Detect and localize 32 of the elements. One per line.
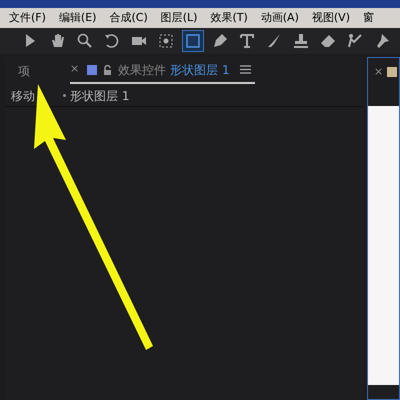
menu-icon[interactable]: [240, 65, 251, 74]
close-button[interactable]: ×: [70, 61, 80, 78]
rectangle-icon: [184, 32, 202, 50]
layer-name: 形状图层 1: [70, 88, 130, 104]
menu-item[interactable]: 效果(T): [210, 10, 248, 26]
composition-color-icon: [387, 67, 398, 77]
panel-tab[interactable]: 项: [18, 62, 70, 80]
hand-icon: [49, 32, 67, 50]
menu-item[interactable]: 视图(V): [312, 10, 350, 26]
stamp-icon: [292, 32, 310, 50]
pan-behind-icon: [157, 32, 175, 50]
menu-item[interactable]: 文件(F): [9, 10, 46, 26]
menu-item[interactable]: 窗: [362, 10, 374, 26]
layer-color-icon: [87, 64, 98, 74]
menu-item[interactable]: 编辑(E): [58, 10, 96, 26]
search-icon: [76, 32, 94, 50]
composition-name: 移动: [11, 88, 36, 104]
layer-name: 形状图层 1: [170, 62, 230, 78]
menu-item[interactable]: 图层(L): [160, 10, 198, 26]
text-icon: [238, 32, 256, 50]
lock-icon[interactable]: [103, 64, 112, 74]
rotate-icon: [103, 32, 121, 50]
bullet-icon: [63, 94, 66, 97]
roto-brush-icon: [346, 32, 364, 50]
eraser-icon: [319, 32, 337, 50]
effects-controls-tab[interactable]: × 效果控件 形状图层 1: [70, 58, 255, 84]
menu-item[interactable]: 合成(C): [109, 10, 148, 26]
rectangle-tool[interactable]: [182, 30, 204, 52]
tab-label: 效果控件: [118, 62, 166, 78]
menu-item[interactable]: 动画(A): [260, 10, 299, 26]
pen-icon: [211, 32, 229, 50]
close-button[interactable]: ×: [374, 64, 384, 80]
